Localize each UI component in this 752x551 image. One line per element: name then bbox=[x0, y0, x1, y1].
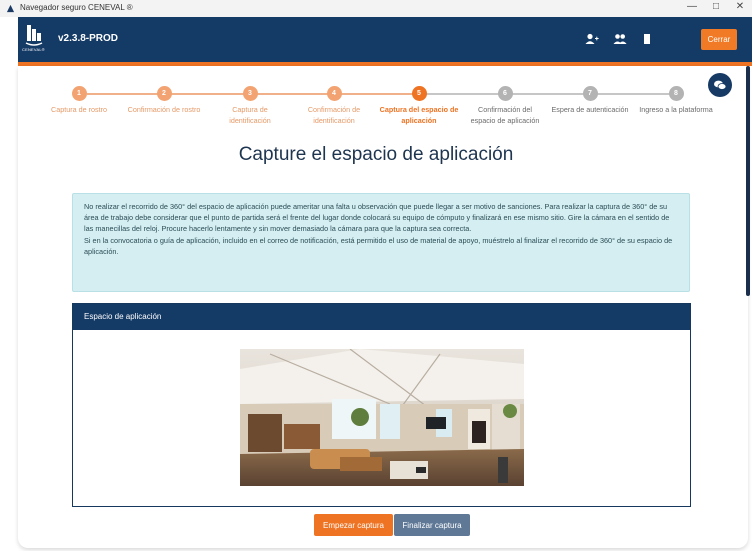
step-3: 3 Captura de identificación bbox=[222, 86, 278, 126]
app-window-icon bbox=[6, 4, 15, 13]
instructions-alert: No realizar el recorrido de 360° del esp… bbox=[72, 193, 690, 292]
card-title: Espacio de aplicación bbox=[73, 304, 690, 330]
step-4: 4 Confirmación de identificación bbox=[299, 86, 369, 126]
step-7-number: 7 bbox=[582, 86, 598, 101]
step-3-number: 3 bbox=[242, 86, 258, 101]
step-1: 1 Captura de rostro bbox=[44, 86, 114, 115]
step-5-number: 5 bbox=[411, 86, 427, 101]
step-7: 7 Espera de autenticación bbox=[545, 86, 635, 115]
instructions-paragraph-2: Si en la convocatoria o guía de aplicaci… bbox=[84, 235, 673, 256]
panorama-preview-image bbox=[240, 349, 524, 486]
step-7-label: Espera de autenticación bbox=[551, 105, 629, 114]
step-8-label: Ingreso a la plataforma bbox=[639, 105, 713, 114]
step-5-label: Captura del espacio de aplicación bbox=[379, 105, 459, 125]
step-2-label: Confirmación de rostro bbox=[127, 105, 201, 114]
step-6-number: 6 bbox=[497, 86, 513, 101]
step-8: 8 Ingreso a la plataforma bbox=[633, 86, 719, 115]
step-4-number: 4 bbox=[326, 86, 342, 101]
start-capture-button[interactable]: Empezar captura bbox=[314, 514, 393, 536]
ceneval-logo-icon bbox=[25, 25, 43, 46]
logo-text: CENEVAL® bbox=[22, 47, 45, 52]
close-window-icon[interactable]: ✕ bbox=[732, 1, 748, 12]
step-3-label: Captura de identificación bbox=[229, 105, 271, 125]
restore-icon[interactable]: □ bbox=[708, 1, 724, 12]
step-6-label: Confirmación del espacio de aplicación bbox=[470, 105, 540, 125]
users-icon[interactable] bbox=[613, 32, 627, 46]
app-version: v2.3.8-PROD bbox=[58, 33, 119, 44]
window-title: Navegador seguro CENEVAL ® bbox=[20, 3, 133, 12]
step-2: 2 Confirmación de rostro bbox=[119, 86, 209, 115]
window-titlebar: Navegador seguro CENEVAL ® — □ ✕ bbox=[0, 0, 752, 17]
scrollbar[interactable] bbox=[746, 66, 750, 296]
step-8-number: 8 bbox=[668, 86, 684, 101]
page-title: Capture el espacio de aplicación bbox=[238, 144, 514, 165]
close-session-button[interactable]: Cerrar bbox=[701, 29, 737, 50]
finish-capture-button[interactable]: Finalizar captura bbox=[394, 514, 470, 536]
app-header: CENEVAL® v2.3.8-PROD Cerrar bbox=[18, 17, 752, 62]
add-user-icon[interactable] bbox=[585, 32, 599, 46]
step-2-number: 2 bbox=[156, 86, 172, 101]
step-4-label: Confirmación de identificación bbox=[307, 105, 361, 125]
minimize-icon[interactable]: — bbox=[684, 1, 700, 12]
bookmark-icon[interactable] bbox=[640, 32, 654, 46]
step-6: 6 Confirmación del espacio de aplicación bbox=[465, 86, 545, 126]
step-1-label: Captura de rostro bbox=[51, 105, 107, 114]
ceneval-logo: CENEVAL® bbox=[22, 23, 45, 53]
instructions-paragraph-1: No realizar el recorrido de 360° del esp… bbox=[84, 202, 670, 234]
step-1-number: 1 bbox=[71, 86, 87, 101]
step-5: 5 Captura del espacio de aplicación bbox=[377, 86, 461, 126]
